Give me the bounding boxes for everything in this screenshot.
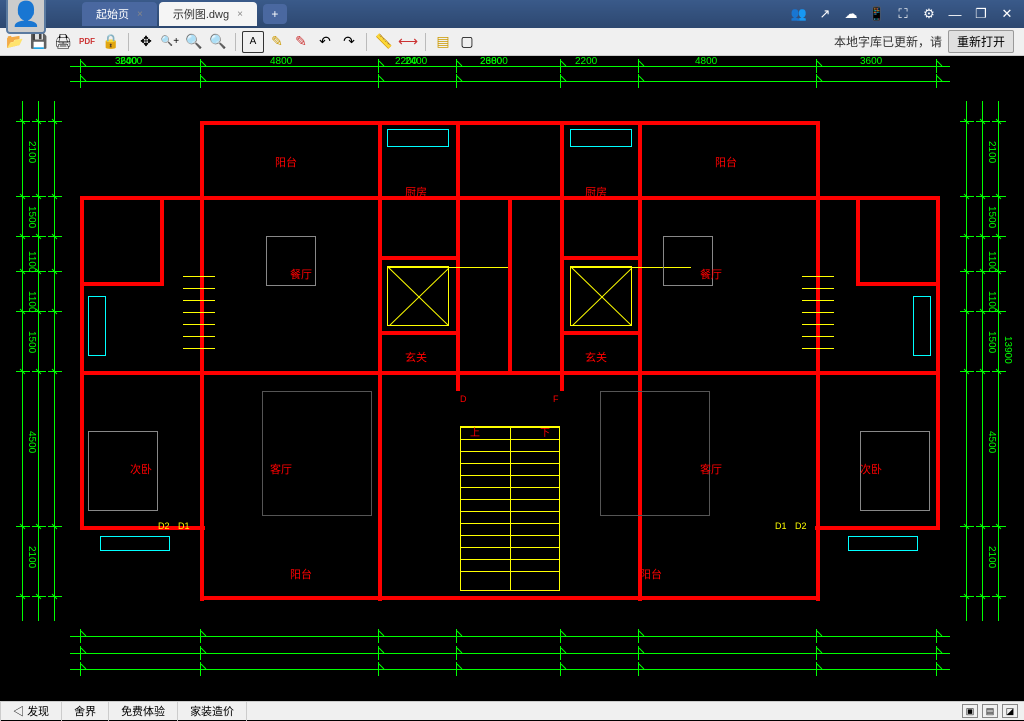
bottom-tab-world[interactable]: 舍界 xyxy=(62,701,109,721)
tab-start[interactable]: 起始页× xyxy=(82,2,157,26)
pan-button[interactable]: ✥ xyxy=(135,31,157,53)
marker-d2: D2 xyxy=(158,521,170,531)
zoom-out-button[interactable]: 🔍 xyxy=(183,31,205,53)
marker-d: D xyxy=(460,394,467,404)
dim-label: 4500 xyxy=(26,431,37,453)
tab-add-button[interactable]: + xyxy=(263,4,287,24)
room-label-entrance: 玄关 xyxy=(585,349,607,365)
undo-button[interactable]: ↶ xyxy=(314,31,336,53)
user-avatar[interactable]: 👤 xyxy=(6,0,46,34)
lock-button[interactable]: 🔒 xyxy=(100,31,122,53)
view-mode-icon[interactable]: ◪ xyxy=(1002,704,1018,718)
bottom-tab-trial[interactable]: 免费体验 xyxy=(109,701,178,721)
kitchen-counter xyxy=(570,129,632,147)
elevator-shaft xyxy=(570,266,632,326)
text-button[interactable]: A xyxy=(242,31,264,53)
dim-label: 1500 xyxy=(26,206,37,228)
dim-label: 2200 xyxy=(395,56,417,67)
dim-label: 2100 xyxy=(26,546,37,568)
bottom-tab-decor[interactable]: 家装造价 xyxy=(178,701,247,721)
bathroom-fixture xyxy=(88,296,106,356)
view-mode-icon[interactable]: ▣ xyxy=(962,704,978,718)
balcony-rail xyxy=(100,536,170,551)
room-label-balcony: 阳台 xyxy=(715,154,737,170)
dim-label: 2100 xyxy=(986,141,997,163)
settings-icon[interactable]: ⚙ xyxy=(920,5,938,23)
reopen-button[interactable]: 重新打开 xyxy=(948,30,1014,53)
room-label-entrance: 玄关 xyxy=(405,349,427,365)
kitchen-counter xyxy=(387,129,449,147)
dim-label: 3600 xyxy=(115,56,137,67)
mobile-icon[interactable]: 📱 xyxy=(868,5,886,23)
room-label-balcony: 阳台 xyxy=(275,154,297,170)
pencil-button[interactable]: ✎ xyxy=(266,31,288,53)
room-label-balcony: 阳台 xyxy=(640,566,662,582)
room-label-kitchen: 厨房 xyxy=(405,184,427,200)
dim-label: 13900 xyxy=(1002,336,1013,364)
marker-d1: D1 xyxy=(775,521,787,531)
room-label-living: 客厅 xyxy=(270,461,292,477)
dim-label: 4500 xyxy=(986,431,997,453)
dim-label: 1500 xyxy=(986,206,997,228)
share-users-icon[interactable]: 👥 xyxy=(790,5,808,23)
close-icon[interactable]: × xyxy=(237,9,243,20)
measure2-button[interactable]: ⟷ xyxy=(397,31,419,53)
dim-label: 1500 xyxy=(26,331,37,353)
minimize-icon[interactable]: — xyxy=(946,5,964,23)
main-toolbar: 📂 💾 🖨 PDF 🔒 ✥ 🔍+ 🔍 🔍 A ✎ ✎ ↶ ↷ 📏 ⟷ ▤ ▢ 本… xyxy=(0,28,1024,56)
dim-label: 4800 xyxy=(270,56,292,67)
room-label-dining: 餐厅 xyxy=(700,266,722,282)
room-label-kitchen: 厨房 xyxy=(585,184,607,200)
stair-down-label: 下 xyxy=(540,424,550,439)
dim-label: 2100 xyxy=(26,141,37,163)
dim-label: 1500 xyxy=(986,331,997,353)
marker-d2: D2 xyxy=(795,521,807,531)
close-window-icon[interactable]: ✕ xyxy=(998,5,1016,23)
staircase xyxy=(460,426,560,591)
dim-label: 4800 xyxy=(695,56,717,67)
drawing-canvas[interactable]: 2400 2400 3600 4800 2200 2600 2200 4800 … xyxy=(0,56,1024,701)
close-icon[interactable]: × xyxy=(137,9,143,20)
pdf-button[interactable]: PDF xyxy=(76,31,98,53)
print-button[interactable]: 🖨 xyxy=(52,31,74,53)
dim-label: 23800 xyxy=(480,56,508,67)
dim-label: 2200 xyxy=(575,56,597,67)
maximize-icon[interactable]: ❐ xyxy=(972,5,990,23)
room-label-dining: 餐厅 xyxy=(290,266,312,282)
highlight-button[interactable]: ✎ xyxy=(290,31,312,53)
cloud-icon[interactable]: ☁ xyxy=(842,5,860,23)
marker-f: F xyxy=(553,394,559,404)
sofa xyxy=(262,391,372,516)
side-stair xyxy=(183,276,215,366)
bottom-tab-discover[interactable]: ◁ 发现 xyxy=(0,701,62,721)
side-stair xyxy=(802,276,834,366)
fullscreen-icon[interactable]: ⛶ xyxy=(894,5,912,23)
room-label-balcony: 阳台 xyxy=(290,566,312,582)
room-label-living: 客厅 xyxy=(700,461,722,477)
bathroom-fixture xyxy=(913,296,931,356)
measure-button[interactable]: 📏 xyxy=(373,31,395,53)
layers-button[interactable]: ▤ xyxy=(432,31,454,53)
elevator-shaft xyxy=(387,266,449,326)
marker-d1: D1 xyxy=(178,521,190,531)
dim-label: 2100 xyxy=(986,546,997,568)
stair-up-label: 上 xyxy=(470,424,480,439)
redo-button[interactable]: ↷ xyxy=(338,31,360,53)
sheet-button[interactable]: ▢ xyxy=(456,31,478,53)
sofa xyxy=(600,391,710,516)
zoom-in-button[interactable]: 🔍+ xyxy=(159,31,181,53)
tab-file[interactable]: 示例图.dwg× xyxy=(159,2,257,26)
zoom-extents-button[interactable]: 🔍 xyxy=(207,31,229,53)
balcony-rail xyxy=(848,536,918,551)
share-icon[interactable]: ↗ xyxy=(816,5,834,23)
room-label-bedroom: 次卧 xyxy=(860,461,882,477)
notice-text: 本地字库已更新，请 xyxy=(834,33,946,50)
view-mode-icon[interactable]: ▤ xyxy=(982,704,998,718)
dim-label: 3600 xyxy=(860,56,882,67)
room-label-bedroom: 次卧 xyxy=(130,461,152,477)
